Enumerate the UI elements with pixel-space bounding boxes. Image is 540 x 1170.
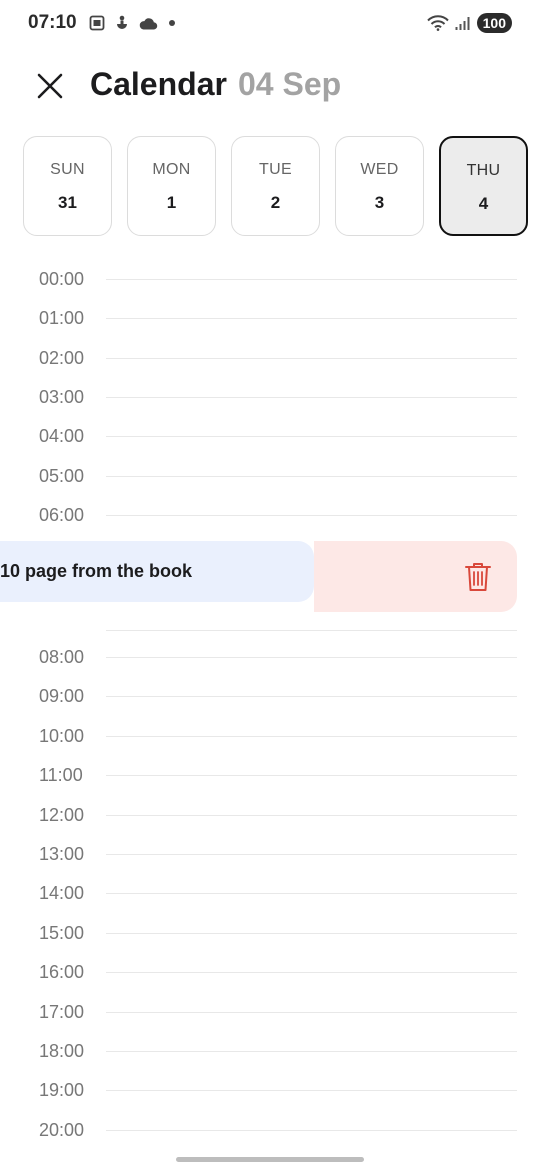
hour-row: 18:00: [0, 1041, 540, 1061]
hour-row: 17:00: [0, 1002, 540, 1022]
header: Calendar 04 Sep: [0, 62, 540, 108]
hour-divider: [106, 279, 517, 280]
hour-divider: [106, 696, 517, 697]
hour-label: 00:00: [39, 269, 85, 289]
hour-label: 02:00: [39, 348, 85, 368]
hour-row: 01:00: [0, 308, 540, 328]
hour-divider: [106, 1012, 517, 1013]
status-bar: 07:10 100: [0, 0, 540, 46]
day-card-wed[interactable]: WED 3: [335, 136, 424, 236]
hour-divider: [106, 775, 517, 776]
day-number: 1: [166, 193, 177, 212]
hour-divider: [106, 657, 517, 658]
hour-label: 05:00: [39, 466, 85, 486]
hour-divider: [106, 476, 517, 477]
hour-row: 06:00: [0, 505, 540, 525]
day-name: THU: [466, 162, 501, 179]
hour-row: 16:00: [0, 962, 540, 982]
day-selector: SUN 31 MON 1 TUE 2 WED 3 THU 4: [23, 136, 533, 236]
day-number: 3: [374, 193, 385, 212]
hour-label: 12:00: [39, 805, 85, 825]
hour-row: 10:00: [0, 726, 540, 746]
hour-label: 09:00: [39, 686, 85, 706]
hour-row: 02:00: [0, 348, 540, 368]
hour-row: 11:00: [0, 765, 540, 785]
status-icons-right: 100: [426, 13, 512, 33]
hour-row: 15:00: [0, 923, 540, 943]
close-icon: [37, 73, 63, 99]
close-button[interactable]: [34, 70, 66, 102]
hour-divider: [106, 736, 517, 737]
event-title: 10 page from the book: [0, 561, 193, 581]
hour-label: 01:00: [39, 308, 85, 328]
hour-divider: [106, 972, 517, 973]
hour-row: 05:00: [0, 466, 540, 486]
hour-row: 12:00: [0, 805, 540, 825]
hour-row: 08:00: [0, 647, 540, 667]
hour-divider: [106, 854, 517, 855]
hour-label: 03:00: [39, 387, 85, 407]
day-name: MON: [152, 161, 191, 178]
hour-divider: [106, 515, 517, 516]
day-name: TUE: [259, 161, 292, 178]
day-name: SUN: [50, 161, 85, 178]
signal-icon: [455, 16, 470, 30]
trash-icon: [465, 563, 491, 591]
hour-divider: [106, 318, 517, 319]
hour-row: 19:00: [0, 1080, 540, 1100]
hour-row: 09:00: [0, 686, 540, 706]
hour-label: 19:00: [39, 1080, 85, 1100]
hour-divider: [106, 358, 517, 359]
day-number: 4: [478, 194, 489, 213]
hour-label: 17:00: [39, 1002, 85, 1022]
hour-row: 14:00: [0, 883, 540, 903]
day-card-tue[interactable]: TUE 2: [231, 136, 320, 236]
event-card[interactable]: 10 page from the book: [0, 541, 314, 602]
hour-label: 15:00: [39, 923, 85, 943]
day-name: WED: [360, 161, 399, 178]
hour-divider: [106, 397, 517, 398]
hour-label: 14:00: [39, 883, 85, 903]
hour-label: 20:00: [39, 1120, 85, 1140]
hour-label: 06:00: [39, 505, 85, 525]
calendar-screen: 07:10 100 Calendar 04 Sep SUN 31 MON 1 T…: [0, 0, 540, 1170]
hour-divider: [106, 1090, 517, 1091]
battery-icon: 100: [476, 13, 512, 33]
hour-row: 00:00: [0, 269, 540, 289]
wifi-icon: [426, 15, 449, 31]
cloud-icon: [139, 17, 157, 30]
hour-divider: [106, 436, 517, 437]
hour-label: 04:00: [39, 426, 85, 446]
status-icons-left: [89, 15, 176, 32]
dot-icon: [168, 20, 175, 26]
hour-divider: [106, 1051, 517, 1052]
hour-row: 03:00: [0, 387, 540, 407]
hour-label: 10:00: [39, 726, 85, 746]
home-indicator[interactable]: [176, 1157, 364, 1162]
delete-event-button[interactable]: [314, 541, 517, 612]
hour-divider: [106, 1130, 517, 1131]
accessibility-icon: [116, 15, 127, 29]
hour-row: 04:00: [0, 426, 540, 446]
status-time: 07:10: [28, 12, 77, 33]
day-number: 31: [58, 193, 77, 212]
hour-label: 18:00: [39, 1041, 85, 1061]
day-card-thu[interactable]: THU 4: [439, 136, 528, 236]
hour-label: 11:00: [39, 765, 83, 785]
hour-divider: [106, 815, 517, 816]
screenshot-icon: [89, 15, 105, 31]
hour-divider: [106, 893, 517, 894]
hour-row: 13:00: [0, 844, 540, 864]
hour-divider: [106, 630, 517, 631]
hour-row: 20:00: [0, 1120, 540, 1140]
page-title: Calendar: [90, 66, 227, 102]
hour-label: 16:00: [39, 962, 85, 982]
hour-divider: [106, 933, 517, 934]
page-date: 04 Sep: [238, 66, 342, 102]
hour-label: 13:00: [39, 844, 85, 864]
day-card-mon[interactable]: MON 1: [127, 136, 216, 236]
day-number: 2: [270, 193, 281, 212]
day-card-sun[interactable]: SUN 31: [23, 136, 112, 236]
hour-label: 08:00: [39, 647, 85, 667]
